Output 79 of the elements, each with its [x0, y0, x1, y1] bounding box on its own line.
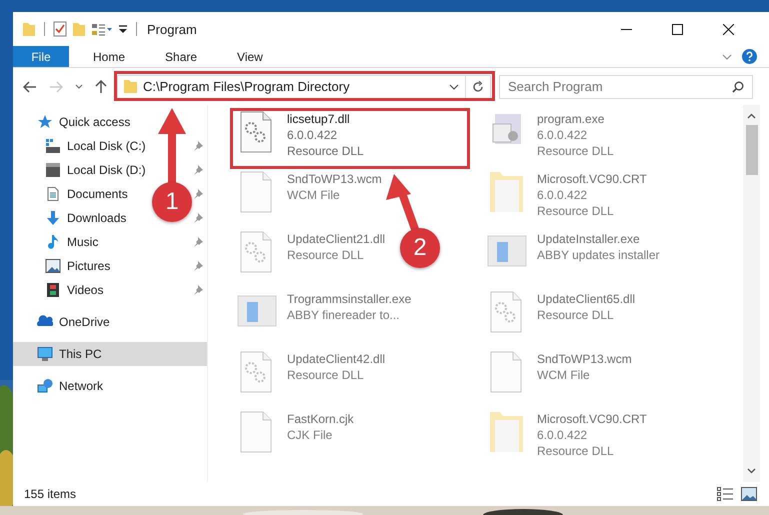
address-path: C:\Program Files\Program Directory: [143, 79, 351, 94]
chevron-down-icon[interactable]: [449, 84, 459, 90]
refresh-icon[interactable]: [472, 80, 484, 92]
details-view-icon[interactable]: [717, 487, 733, 501]
file-name[interactable]: SndToWP13.wcm: [287, 171, 382, 187]
file-name[interactable]: UpdateClient42.dll: [287, 351, 386, 367]
file-detail: Resource DLL: [287, 247, 364, 263]
sidebar-item[interactable]: Quick access: [13, 110, 207, 134]
chevron-down-icon[interactable]: [75, 84, 83, 89]
minimize-icon: [620, 28, 632, 30]
network-icon: [37, 379, 53, 393]
item-count: 155 items: [24, 487, 76, 501]
file-name[interactable]: UpdateInstaller.exe: [537, 231, 640, 247]
file-name[interactable]: SndToWP13.wcm: [537, 351, 632, 367]
file-detail: ABBY updates installer: [537, 247, 660, 263]
file-detail: CJK File: [287, 427, 332, 443]
layout-icon[interactable]: [91, 22, 113, 36]
up-arrow-icon[interactable]: [95, 80, 107, 94]
window-title: Program: [147, 22, 197, 36]
ribbon-tab[interactable]: Home: [79, 46, 142, 67]
file-name[interactable]: Trogrammsinstaller.exe: [287, 291, 412, 307]
sidebar-item[interactable]: This PC: [13, 342, 207, 366]
search-icon: [732, 80, 744, 92]
sidebar-item[interactable]: Pictures: [67, 259, 110, 273]
scroll-down-icon[interactable]: [747, 468, 756, 474]
file-detail: WCM File: [287, 187, 340, 203]
ribbon-tab[interactable]: View: [223, 46, 279, 67]
file-name[interactable]: Microsoft.VC90.CRT: [537, 411, 647, 427]
sidebar-item[interactable]: Local Disk (C:): [67, 139, 146, 153]
large-icons-view-icon[interactable]: [741, 487, 757, 501]
drive-icon: [45, 139, 61, 153]
file-detail: Resource DLL: [537, 203, 614, 219]
file-name[interactable]: UpdateClient65.dll: [537, 291, 636, 307]
file-name[interactable]: UpdateClient21.dll: [287, 231, 386, 247]
file-name[interactable]: licsetup7.dll: [287, 111, 350, 127]
maximize-icon: [672, 24, 682, 34]
file-detail: 6.0.0.422: [537, 127, 588, 143]
help-icon[interactable]: [742, 49, 757, 64]
sidebar-item[interactable]: Music: [67, 235, 98, 249]
customize-dropdown-icon[interactable]: [118, 24, 128, 34]
drive-icon: [45, 163, 61, 177]
scrollbar-thumb[interactable]: [746, 125, 758, 175]
close-icon: [722, 24, 734, 34]
download-arrow-icon: [45, 211, 61, 225]
scroll-up-icon[interactable]: [747, 113, 756, 119]
scrollbar[interactable]: [743, 105, 760, 482]
cloud-icon: [37, 315, 53, 329]
file-detail: Resource DLL: [287, 143, 364, 159]
file-name[interactable]: program.exe: [537, 111, 604, 127]
file-detail: ABBY finereader to...: [287, 307, 400, 323]
file-detail: Resource DLL: [287, 367, 364, 383]
file-detail: Resource DLL: [537, 143, 614, 159]
checklist-icon[interactable]: [53, 21, 67, 37]
film-icon: [45, 283, 61, 297]
search-field[interactable]: Search Program: [499, 74, 753, 98]
file-detail: 6.0.0.422: [537, 187, 588, 203]
file-detail: WCM File: [537, 367, 590, 383]
file-name[interactable]: Microsoft.VC90.CRT: [537, 171, 647, 187]
address-field[interactable]: C:\Program Files\Program Directory: [117, 74, 491, 98]
sidebar-item[interactable]: Documents: [67, 187, 128, 201]
file-detail: 6.0.0.422: [537, 427, 588, 443]
monitor-icon: [37, 347, 53, 361]
document-icon: [45, 187, 61, 201]
file-detail: Resource DLL: [537, 307, 614, 323]
file-menu-button[interactable]: File: [13, 46, 69, 67]
sidebar-item[interactable]: Videos: [67, 283, 104, 297]
picture-icon: [45, 259, 61, 273]
file-detail: Resource DLL: [537, 443, 614, 459]
file-detail: 6.0.0.422: [287, 127, 338, 143]
music-note-icon: [45, 235, 61, 249]
back-arrow-icon[interactable]: [23, 80, 37, 92]
ribbon-tab[interactable]: Share: [151, 46, 214, 67]
sidebar-item[interactable]: Network: [13, 374, 207, 398]
sidebar-item[interactable]: Local Disk (D:): [67, 163, 146, 177]
sidebar-item[interactable]: Downloads: [67, 211, 126, 225]
star-icon: [37, 115, 53, 129]
file-name[interactable]: FastKorn.cjk: [287, 411, 354, 427]
sidebar-item[interactable]: OneDrive: [13, 310, 207, 334]
folder-icon: [124, 80, 137, 93]
